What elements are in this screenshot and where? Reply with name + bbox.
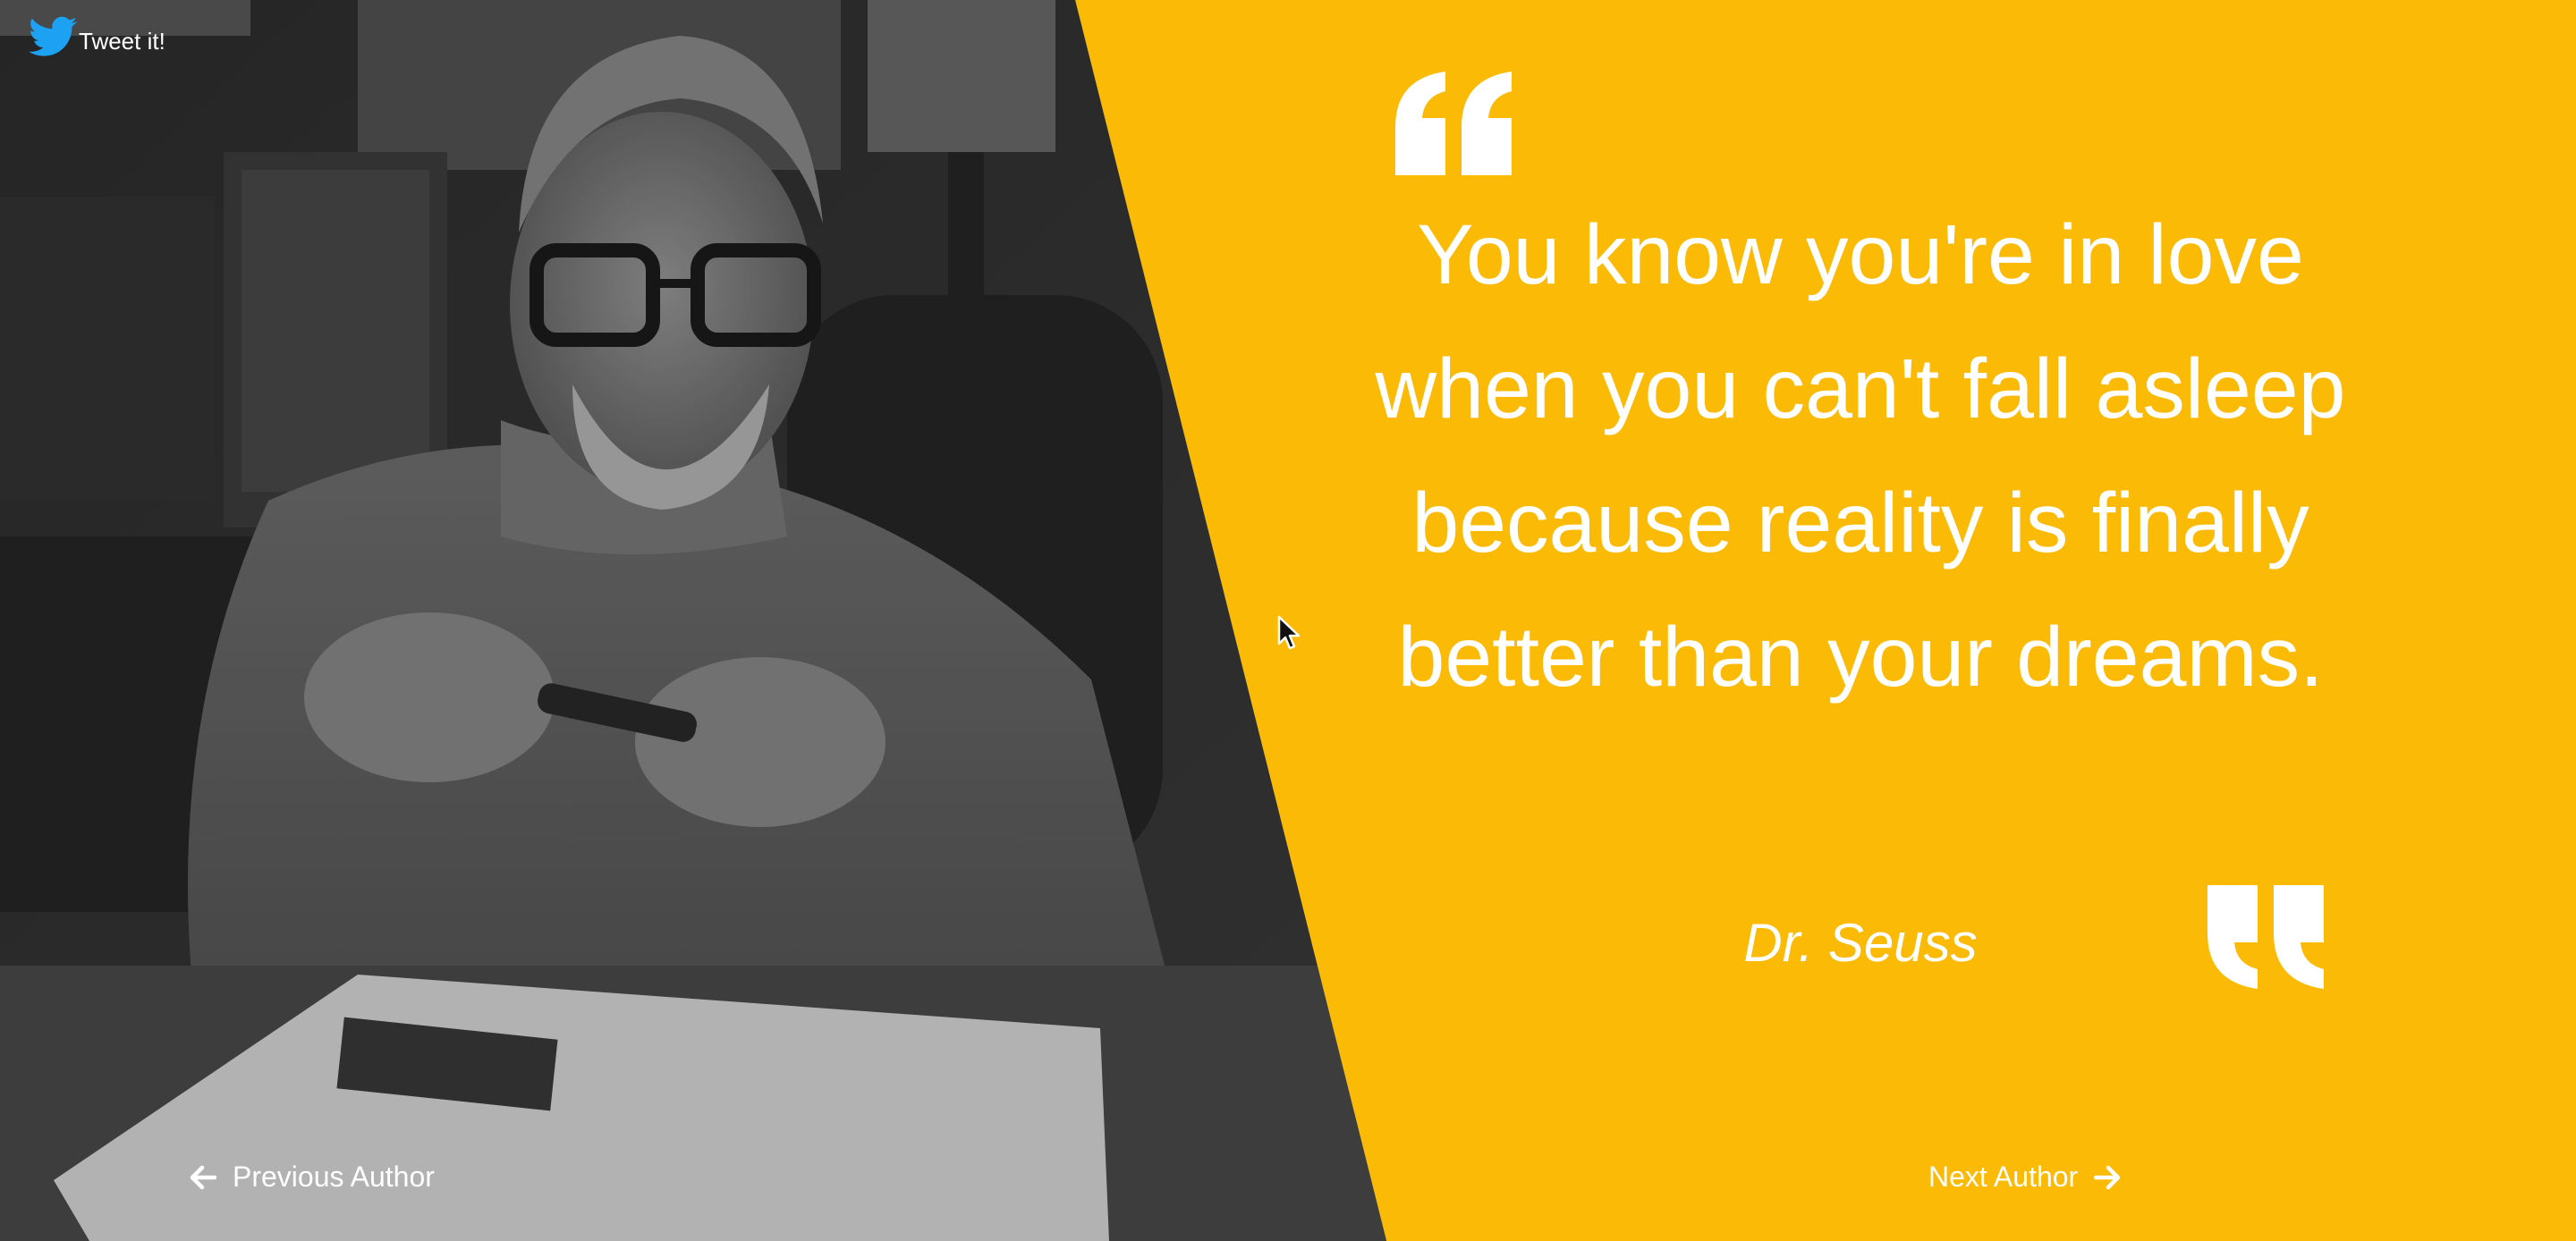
previous-author-label: Previous Author <box>233 1161 435 1193</box>
quote-text: You know you're in love when you can't f… <box>1375 207 2346 705</box>
close-quote-icon <box>2207 885 2324 989</box>
twitter-bird-icon <box>29 16 77 56</box>
arrow-left-icon <box>190 1165 216 1189</box>
mouse-pointer-icon <box>1277 615 1301 650</box>
tweet-button[interactable]: Tweet it! <box>29 16 165 57</box>
arrow-right-icon <box>2094 1165 2121 1189</box>
author-name: Dr. Seuss <box>1743 913 1978 973</box>
next-author-label: Next Author <box>1928 1161 2079 1193</box>
tweet-label: Tweet it! <box>79 28 165 55</box>
open-quote-icon <box>1395 72 1512 175</box>
quote-page: Tweet it! You know you're in love when y… <box>0 0 2576 1241</box>
next-author-button[interactable]: Next Author <box>1928 1161 2121 1194</box>
previous-author-button[interactable]: Previous Author <box>190 1161 435 1194</box>
